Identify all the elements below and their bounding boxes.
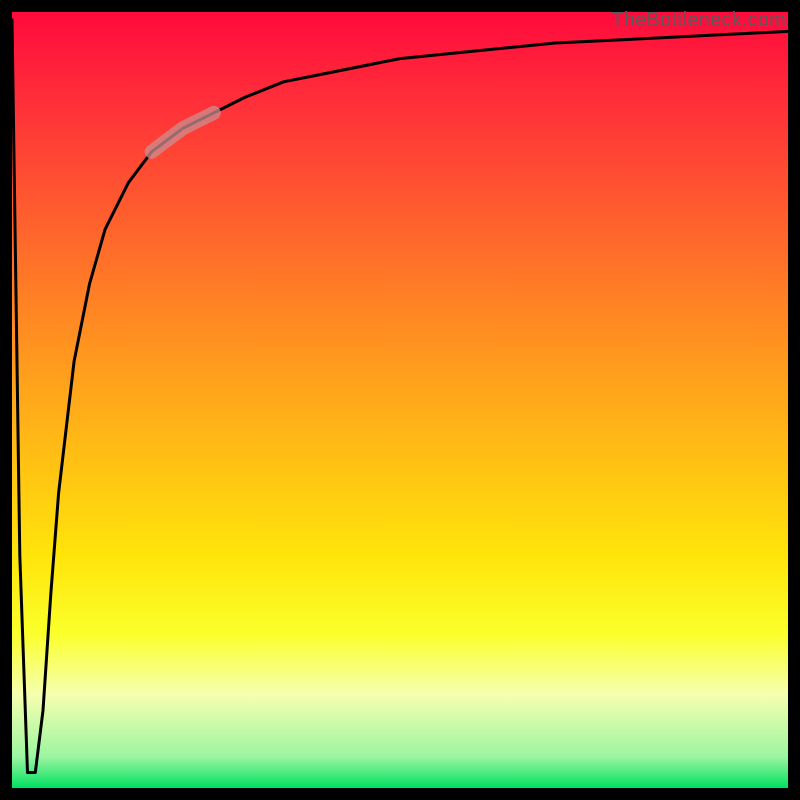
curve-layer bbox=[12, 12, 788, 788]
chart-plot-area: TheBottleneck.com bbox=[0, 0, 800, 800]
highlighted-segment bbox=[152, 113, 214, 152]
bottleneck-curve bbox=[12, 20, 788, 773]
attribution-label: TheBottleneck.com bbox=[611, 9, 786, 31]
